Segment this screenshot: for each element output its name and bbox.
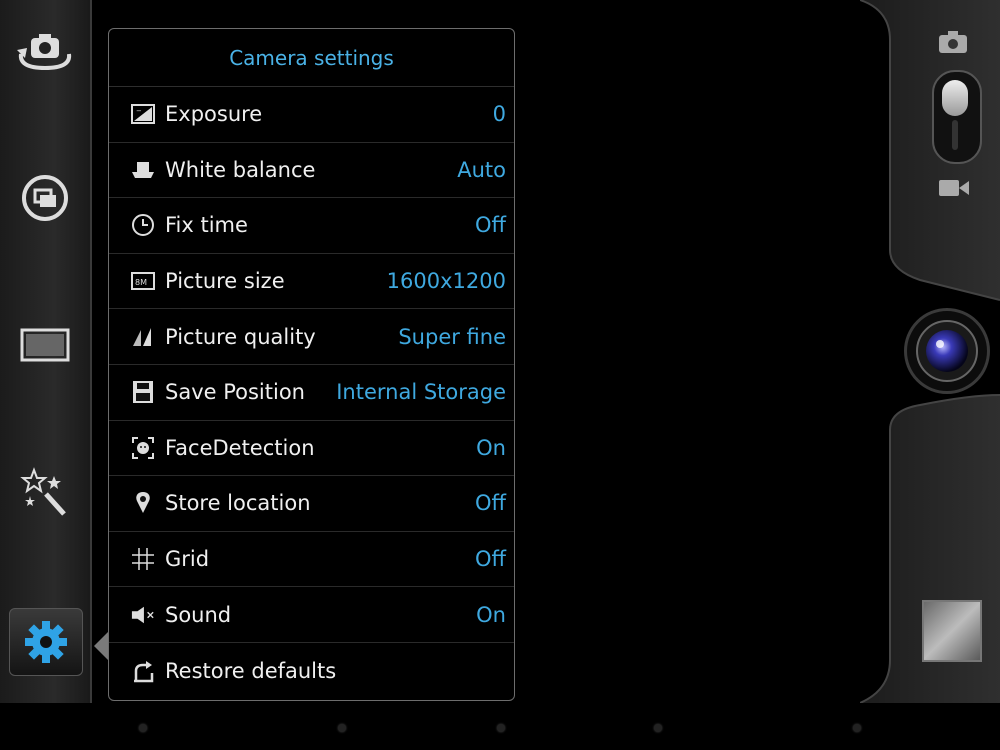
svg-text:8M: 8M [135, 278, 147, 287]
exposure-icon: − [131, 102, 155, 126]
clock-icon [131, 213, 155, 237]
aspect-ratio-button[interactable] [10, 310, 80, 380]
setting-label: Exposure [165, 102, 263, 127]
restore-icon [131, 659, 155, 683]
switch-camera-button[interactable] [10, 15, 80, 85]
setting-value: 1600x1200 [386, 269, 506, 294]
shutter-button[interactable] [904, 308, 990, 394]
camera-settings-panel: Camera settings − Exposure 0 White balan… [108, 28, 515, 701]
settings-gear-icon [25, 621, 67, 663]
setting-label: White balance [165, 157, 316, 182]
location-pin-icon [131, 491, 155, 515]
shooting-mode-icon [22, 175, 68, 221]
gallery-thumbnail[interactable] [922, 600, 982, 662]
white-balance-icon [131, 158, 155, 182]
picture-size-icon: 8M [131, 269, 155, 293]
setting-value: 0 [492, 102, 506, 127]
setting-value: Off [475, 491, 506, 516]
setting-picture-quality[interactable]: Picture quality Super fine [109, 309, 514, 365]
camera-controls-frame [859, 0, 1000, 704]
nav-dot[interactable] [139, 724, 147, 732]
nav-dot[interactable] [853, 724, 861, 732]
svg-text:−: − [136, 107, 142, 115]
switch-camera-icon [17, 34, 72, 71]
setting-picture-size[interactable]: 8M Picture size 1600x1200 [109, 254, 514, 310]
setting-label: Save Position [165, 380, 305, 405]
nav-dot[interactable] [338, 724, 346, 732]
speaker-icon [131, 603, 155, 627]
setting-value: Super fine [398, 324, 506, 349]
active-indicator-arrow [94, 632, 108, 660]
setting-value: Internal Storage [336, 380, 506, 405]
setting-label: Fix time [165, 213, 248, 238]
setting-save-position[interactable]: Save Position Internal Storage [109, 365, 514, 421]
photo-mode-icon[interactable] [938, 30, 968, 58]
camera-mode-switch[interactable] [932, 70, 982, 164]
setting-exposure[interactable]: − Exposure 0 [109, 87, 514, 143]
setting-label: Grid [165, 547, 210, 572]
setting-white-balance[interactable]: White balance Auto [109, 143, 514, 199]
lens-icon [916, 320, 978, 382]
aspect-ratio-icon [20, 328, 70, 362]
picture-quality-icon [131, 325, 155, 349]
setting-value: Off [475, 213, 506, 238]
setting-grid[interactable]: Grid Off [109, 532, 514, 588]
setting-face-detection[interactable]: FaceDetection On [109, 421, 514, 477]
effects-button[interactable] [10, 458, 80, 528]
setting-label: FaceDetection [165, 435, 315, 460]
shooting-mode-button[interactable] [10, 163, 80, 233]
nav-dot[interactable] [654, 724, 662, 732]
face-detection-icon [131, 436, 155, 460]
storage-icon [131, 380, 155, 404]
setting-fix-time[interactable]: Fix time Off [109, 198, 514, 254]
setting-restore-defaults[interactable]: Restore defaults [109, 643, 514, 699]
switch-knob[interactable] [942, 80, 968, 116]
setting-label: Picture quality [165, 324, 316, 349]
setting-value: On [476, 602, 506, 627]
panel-title: Camera settings [109, 29, 514, 87]
effects-wand-icon [20, 467, 66, 516]
grid-icon [131, 547, 155, 571]
setting-label: Store location [165, 491, 311, 516]
setting-label: Restore defaults [165, 658, 337, 683]
setting-sound[interactable]: Sound On [109, 587, 514, 643]
video-mode-icon[interactable] [938, 178, 970, 202]
nav-dot[interactable] [497, 724, 505, 732]
left-toolbar [0, 0, 92, 703]
setting-label: Picture size [165, 269, 285, 294]
settings-button[interactable] [9, 608, 83, 676]
switch-track [952, 120, 958, 150]
setting-value: Off [475, 547, 506, 572]
setting-label: Sound [165, 602, 232, 627]
setting-store-location[interactable]: Store location Off [109, 476, 514, 532]
setting-value: On [476, 435, 506, 460]
setting-value: Auto [457, 157, 506, 182]
